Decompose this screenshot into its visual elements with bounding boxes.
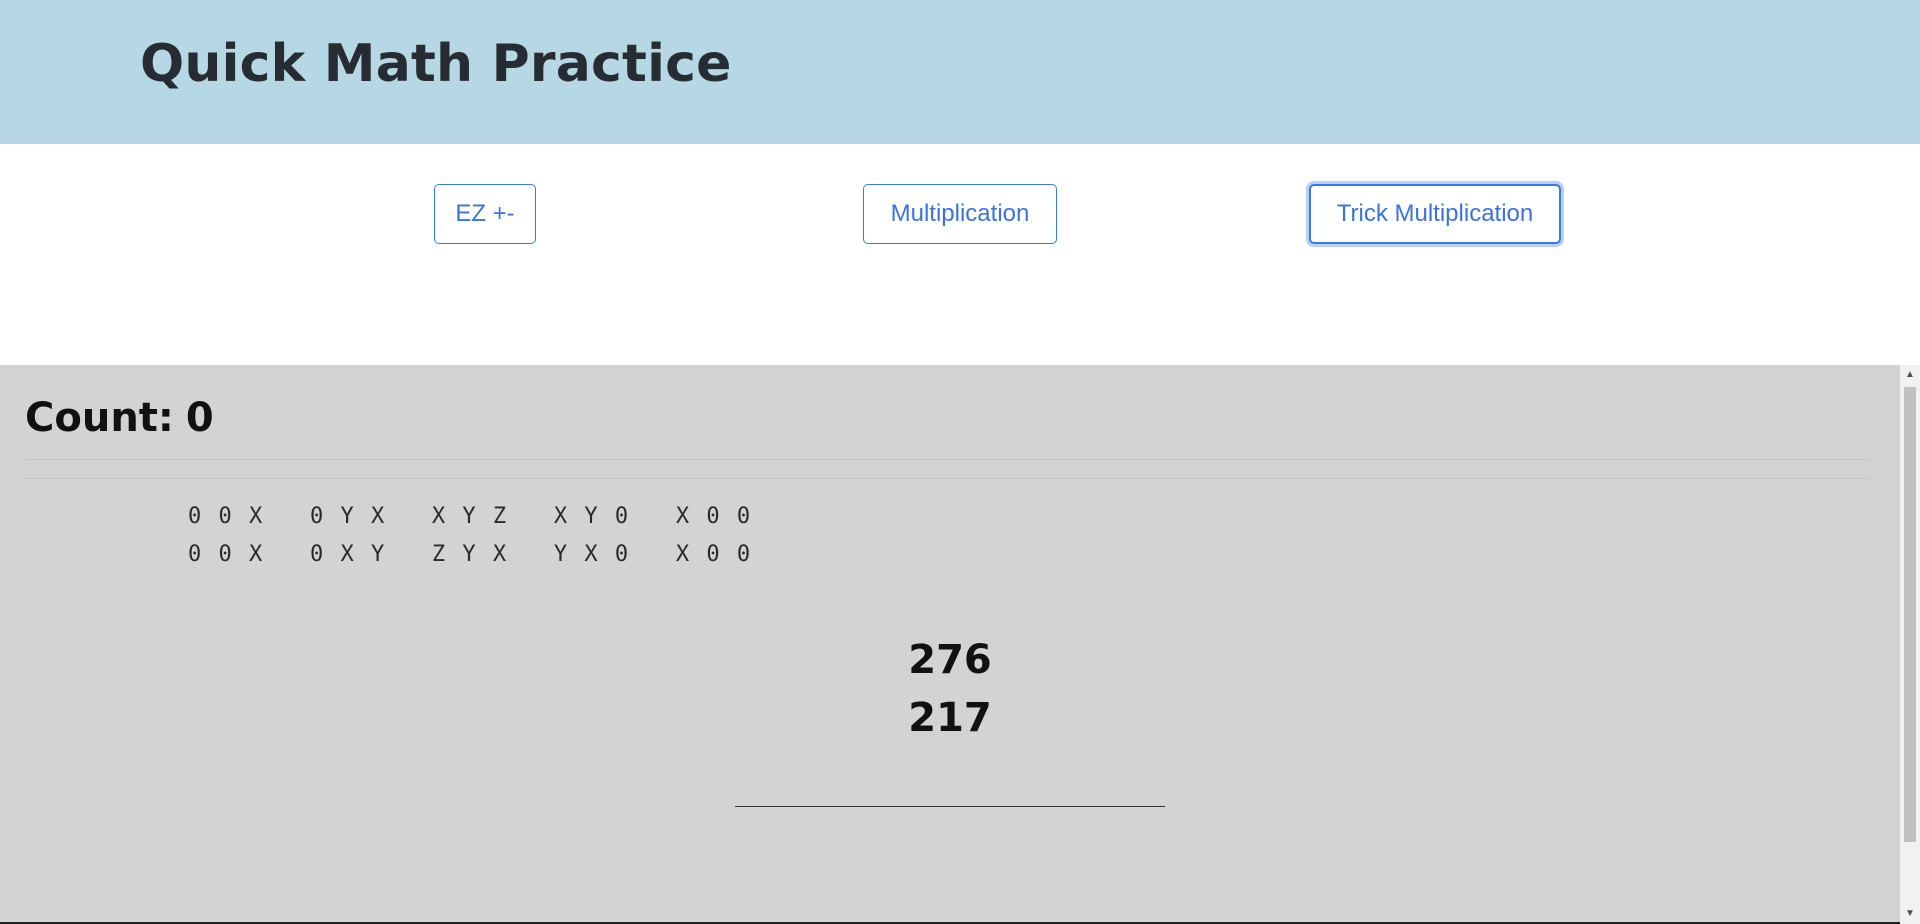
page-title: Quick Math Practice [140, 34, 732, 94]
count-label: Count: [25, 395, 174, 441]
practice-panel: Count: 0 0 0 X 0 Y X X Y Z X Y 0 X 0 0 0 … [0, 365, 1900, 924]
pattern-row-1: 0 0 X 0 Y X X Y Z X Y 0 X 0 0 [188, 504, 753, 529]
scroll-down-icon[interactable]: ▼ [1900, 906, 1920, 922]
vertical-scrollbar[interactable]: ▲ ▼ [1900, 365, 1920, 924]
ez-plus-minus-button[interactable]: EZ +- [434, 184, 536, 244]
scroll-up-icon[interactable]: ▲ [1900, 367, 1920, 383]
operand-bottom: 217 [908, 695, 992, 741]
operand-top: 276 [908, 637, 992, 683]
count-value: 0 [185, 395, 214, 441]
divider [25, 459, 1870, 460]
app-header: Quick Math Practice [0, 0, 1920, 144]
count-display: Count: 0 [25, 395, 214, 441]
pattern-row-2: 0 0 X 0 X Y Z Y X Y X 0 X 0 0 [188, 542, 753, 567]
scrollbar-thumb[interactable] [1904, 387, 1916, 842]
trick-multiplication-button[interactable]: Trick Multiplication [1309, 184, 1561, 244]
multiplication-button[interactable]: Multiplication [863, 184, 1057, 244]
divider [25, 478, 1870, 479]
answer-input[interactable] [735, 767, 1165, 807]
